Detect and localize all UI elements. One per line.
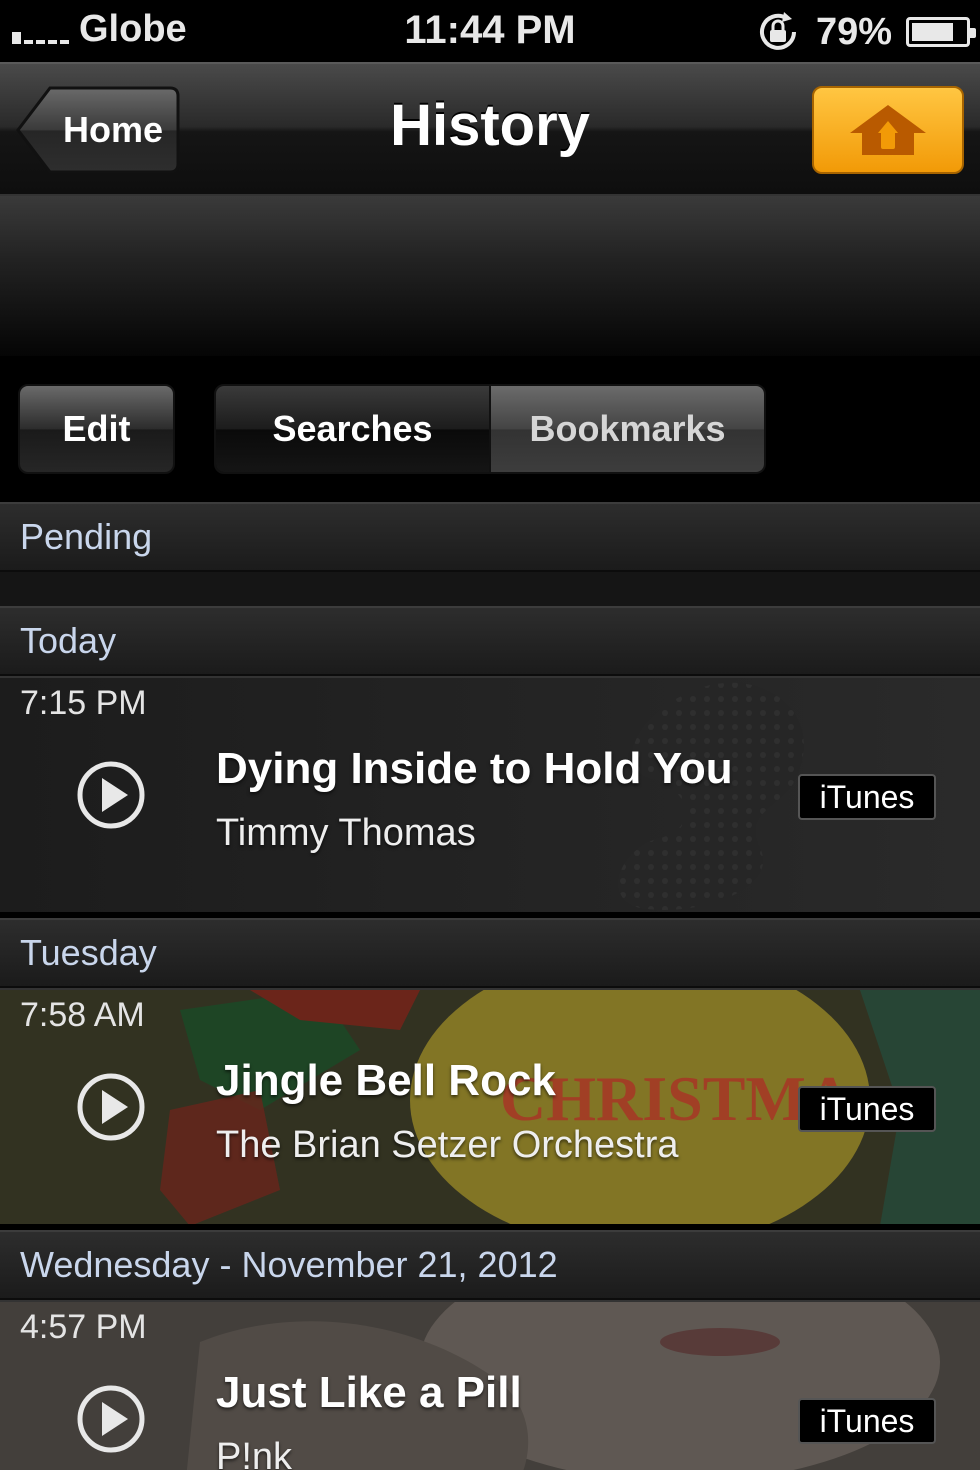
history-row[interactable]: CHRISTMA 7:58 AM Jingle Bell Rock The Br…: [0, 988, 980, 1224]
upload-button[interactable]: [812, 86, 964, 174]
section-label: Wednesday - November 21, 2012: [20, 1244, 558, 1285]
history-row[interactable]: 4:57 PM Just Like a Pill P!nk iTunes: [0, 1300, 980, 1470]
edit-button[interactable]: Edit: [18, 384, 175, 474]
banner-area: [0, 196, 980, 356]
song-title: Just Like a Pill: [216, 1368, 522, 1417]
row-time: 7:58 AM: [20, 996, 145, 1034]
section-header-wednesday: Wednesday - November 21, 2012: [0, 1230, 980, 1300]
row-time: 7:15 PM: [20, 684, 147, 722]
upload-house-icon: [850, 105, 926, 155]
song-title: Dying Inside to Hold You: [216, 744, 733, 793]
itunes-button[interactable]: iTunes: [798, 774, 936, 820]
song-artist: The Brian Setzer Orchestra: [216, 1124, 679, 1166]
play-icon[interactable]: [76, 1072, 146, 1142]
itunes-button[interactable]: iTunes: [798, 1086, 936, 1132]
history-row[interactable]: 7:15 PM Dying Inside to Hold You Timmy T…: [0, 676, 980, 912]
battery-percent: 79%: [815, 10, 892, 53]
song-artist: Timmy Thomas: [216, 812, 476, 854]
song-title: Jingle Bell Rock: [216, 1056, 556, 1105]
section-header-pending: Pending: [0, 502, 980, 572]
pending-empty-area: [0, 572, 980, 608]
song-artist: P!nk: [216, 1436, 293, 1470]
tab-bookmarks[interactable]: Bookmarks: [489, 386, 764, 472]
rotation-lock-icon: [759, 12, 796, 50]
segmented-control: Searches Bookmarks: [214, 384, 766, 474]
section-label: Pending: [20, 516, 153, 557]
status-bar: Globe 11:44 PM 79%: [0, 0, 980, 62]
toolbar: Edit Searches Bookmarks: [0, 356, 980, 502]
battery-level: [912, 23, 954, 41]
section-header-today: Today: [0, 606, 980, 676]
section-label: Tuesday: [20, 932, 157, 973]
navigation-bar: Home History: [0, 62, 980, 196]
battery-icon: [906, 17, 976, 47]
tab-searches[interactable]: Searches: [216, 386, 489, 472]
section-label: Today: [20, 620, 117, 661]
play-icon[interactable]: [76, 760, 146, 830]
play-icon[interactable]: [76, 1384, 146, 1454]
row-time: 4:57 PM: [20, 1308, 147, 1346]
section-header-tuesday: Tuesday: [0, 918, 980, 988]
itunes-button[interactable]: iTunes: [798, 1398, 936, 1444]
